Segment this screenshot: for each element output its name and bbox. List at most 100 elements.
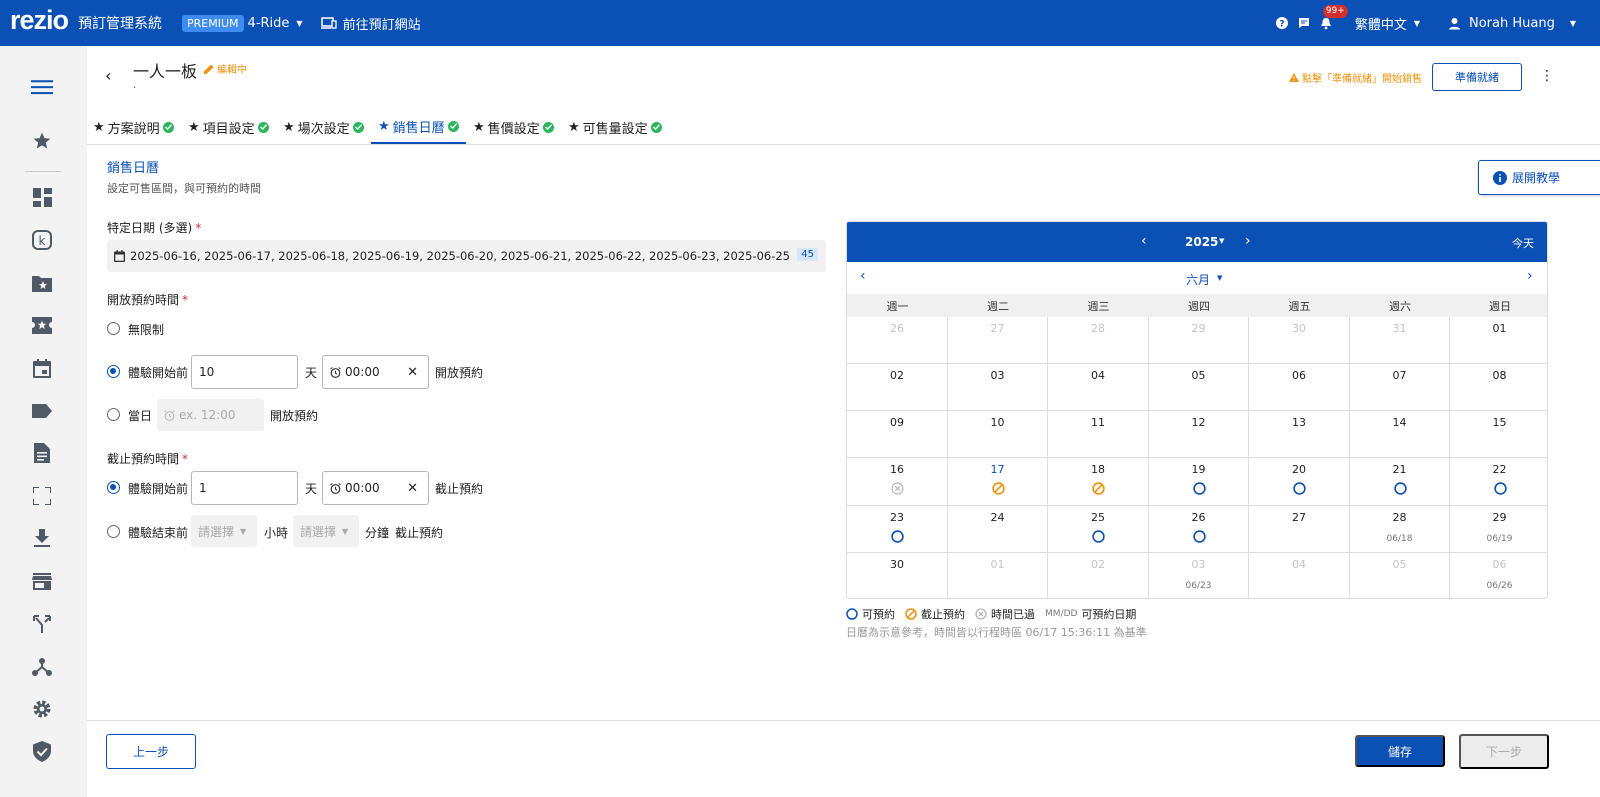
- calendar-day-cell[interactable]: 03: [948, 364, 1048, 411]
- open-unlimited-radio[interactable]: [107, 322, 120, 335]
- calendar-day-cell[interactable]: 02: [847, 364, 948, 411]
- calendar-day-cell[interactable]: 24: [948, 506, 1048, 553]
- calendar-day-cell[interactable]: 02: [1048, 553, 1149, 598]
- clear-icon[interactable]: ✕: [407, 481, 418, 496]
- hierarchy-icon[interactable]: [31, 656, 53, 678]
- hour-select[interactable]: 請選擇 ▼: [191, 515, 257, 547]
- calendar-day-cell[interactable]: 22: [1450, 458, 1547, 506]
- calendar-day-cell[interactable]: 05: [1350, 553, 1450, 598]
- calendar-day-cell[interactable]: 29 06/19: [1450, 506, 1547, 553]
- calendar-day-cell[interactable]: 27: [1249, 506, 1350, 553]
- chevron-down-icon[interactable]: ▼: [1219, 237, 1224, 245]
- calendar-day-cell[interactable]: 15: [1450, 411, 1547, 458]
- calendar-day-cell[interactable]: 28 06/18: [1350, 506, 1450, 553]
- calendar-day-cell[interactable]: 27: [948, 317, 1048, 364]
- chevron-down-icon[interactable]: ▼: [296, 19, 302, 28]
- tab-availability-settings[interactable]: ★ 可售量設定: [568, 110, 662, 144]
- today-button[interactable]: 今天: [1512, 235, 1534, 251]
- menu-icon[interactable]: [31, 76, 53, 98]
- dashboard-icon[interactable]: [31, 186, 53, 208]
- calendar-day-cell[interactable]: 05: [1149, 364, 1249, 411]
- close-before-start-radio[interactable]: [107, 481, 120, 494]
- settings-gear-icon[interactable]: [31, 698, 53, 720]
- year-label[interactable]: 2025: [1185, 235, 1218, 249]
- calendar-day-cell[interactable]: 01: [1450, 317, 1547, 364]
- tab-price-settings[interactable]: ★ 售價設定: [473, 110, 554, 144]
- document-icon[interactable]: [31, 442, 53, 464]
- calendar-day-cell[interactable]: 06: [1249, 364, 1350, 411]
- open-before-days-input[interactable]: 10: [191, 355, 298, 389]
- help-icon[interactable]: ?: [1275, 16, 1289, 30]
- rezio-logo[interactable]: rezio: [10, 5, 69, 36]
- calendar-day-cell[interactable]: 30: [1249, 317, 1350, 364]
- chevron-down-icon[interactable]: ▼: [1217, 274, 1222, 282]
- chat-icon[interactable]: [1297, 16, 1311, 30]
- shield-check-icon[interactable]: [31, 740, 53, 762]
- calendar-day-cell[interactable]: 28: [1048, 317, 1149, 364]
- tab-item-settings[interactable]: ★ 項目設定: [188, 110, 269, 144]
- calendar-day-cell[interactable]: 10: [948, 411, 1048, 458]
- calendar-day-cell[interactable]: 30: [847, 553, 948, 598]
- back-chevron-icon[interactable]: ‹: [105, 66, 111, 85]
- clear-icon[interactable]: ✕: [407, 365, 418, 380]
- calendar-day-cell[interactable]: 21: [1350, 458, 1450, 506]
- calendar-day-cell[interactable]: 31: [1350, 317, 1450, 364]
- close-before-end-radio[interactable]: [107, 525, 120, 538]
- calendar-icon[interactable]: [31, 357, 53, 379]
- shop-selector[interactable]: 4-Ride: [248, 16, 290, 31]
- save-button[interactable]: 儲存: [1355, 735, 1445, 767]
- calendar-day-cell[interactable]: 13: [1249, 411, 1350, 458]
- close-time-input[interactable]: 00:00 ✕: [322, 471, 429, 505]
- previous-step-button[interactable]: 上一步: [106, 734, 196, 769]
- scan-frame-icon[interactable]: [31, 485, 53, 507]
- calendar-day-cell[interactable]: 20: [1249, 458, 1350, 506]
- tab-sales-calendar[interactable]: ★ 銷售日曆: [371, 110, 466, 144]
- tab-plan-description[interactable]: ★ 方案說明: [93, 110, 174, 144]
- calendar-day-cell[interactable]: 17: [948, 458, 1048, 506]
- minute-select[interactable]: 請選擇 ▼: [293, 515, 359, 547]
- close-before-days-input[interactable]: 1: [191, 471, 298, 505]
- same-day-time-input[interactable]: ex. 12:00: [157, 399, 264, 431]
- calendar-day-cell[interactable]: 29: [1149, 317, 1249, 364]
- calendar-day-cell[interactable]: 03 06/23: [1149, 553, 1249, 598]
- store-icon[interactable]: [31, 570, 53, 592]
- calendar-day-cell[interactable]: 26: [1149, 506, 1249, 553]
- calendar-day-cell[interactable]: 07: [1350, 364, 1450, 411]
- next-month-icon[interactable]: ›: [1527, 268, 1533, 284]
- calendar-day-cell[interactable]: 23: [847, 506, 948, 553]
- calendar-day-cell[interactable]: 14: [1350, 411, 1450, 458]
- more-vert-icon[interactable]: ⋮: [1540, 68, 1554, 84]
- ready-button[interactable]: 準備就緒: [1432, 63, 1522, 91]
- goto-booking-site-link[interactable]: 前往預訂網站: [320, 14, 421, 33]
- open-time-input[interactable]: 00:00 ✕: [322, 355, 429, 389]
- calendar-day-cell[interactable]: 16: [847, 458, 948, 506]
- folder-star-icon[interactable]: [31, 272, 53, 294]
- calendar-day-cell[interactable]: 26: [847, 317, 948, 364]
- calendar-day-cell[interactable]: 19: [1149, 458, 1249, 506]
- calendar-day-cell[interactable]: 12: [1149, 411, 1249, 458]
- tutorial-button[interactable]: 展開教學: [1478, 160, 1600, 195]
- next-step-button[interactable]: 下一步: [1459, 734, 1549, 769]
- tag-icon[interactable]: [31, 400, 53, 422]
- calendar-day-cell[interactable]: 11: [1048, 411, 1149, 458]
- prev-year-icon[interactable]: ‹: [1141, 233, 1147, 249]
- favorites-star-icon[interactable]: [31, 130, 53, 152]
- download-icon[interactable]: [31, 527, 53, 549]
- notification-bell-icon[interactable]: 99+: [1319, 5, 1348, 30]
- calendar-day-cell[interactable]: 06 06/26: [1450, 553, 1547, 598]
- calendar-day-cell[interactable]: 18: [1048, 458, 1149, 506]
- specific-dates-field[interactable]: 2025-06-16, 2025-06-17, 2025-06-18, 2025…: [107, 240, 826, 272]
- merge-arrows-icon[interactable]: [31, 613, 53, 635]
- ticket-star-icon[interactable]: [31, 314, 53, 336]
- calendar-day-cell[interactable]: 04: [1048, 364, 1149, 411]
- same-day-radio[interactable]: [107, 408, 120, 421]
- next-year-icon[interactable]: ›: [1245, 233, 1251, 249]
- calendar-day-cell[interactable]: 08: [1450, 364, 1547, 411]
- calendar-day-cell[interactable]: 25: [1048, 506, 1149, 553]
- tab-session-settings[interactable]: ★ 場次設定: [283, 110, 364, 144]
- month-label[interactable]: 六月: [1186, 271, 1210, 288]
- open-before-start-radio[interactable]: [107, 365, 120, 378]
- user-menu[interactable]: Norah Huang ▼: [1448, 16, 1576, 31]
- language-selector[interactable]: 繁體中文 ▼: [1355, 14, 1420, 33]
- prev-month-icon[interactable]: ‹: [860, 268, 866, 284]
